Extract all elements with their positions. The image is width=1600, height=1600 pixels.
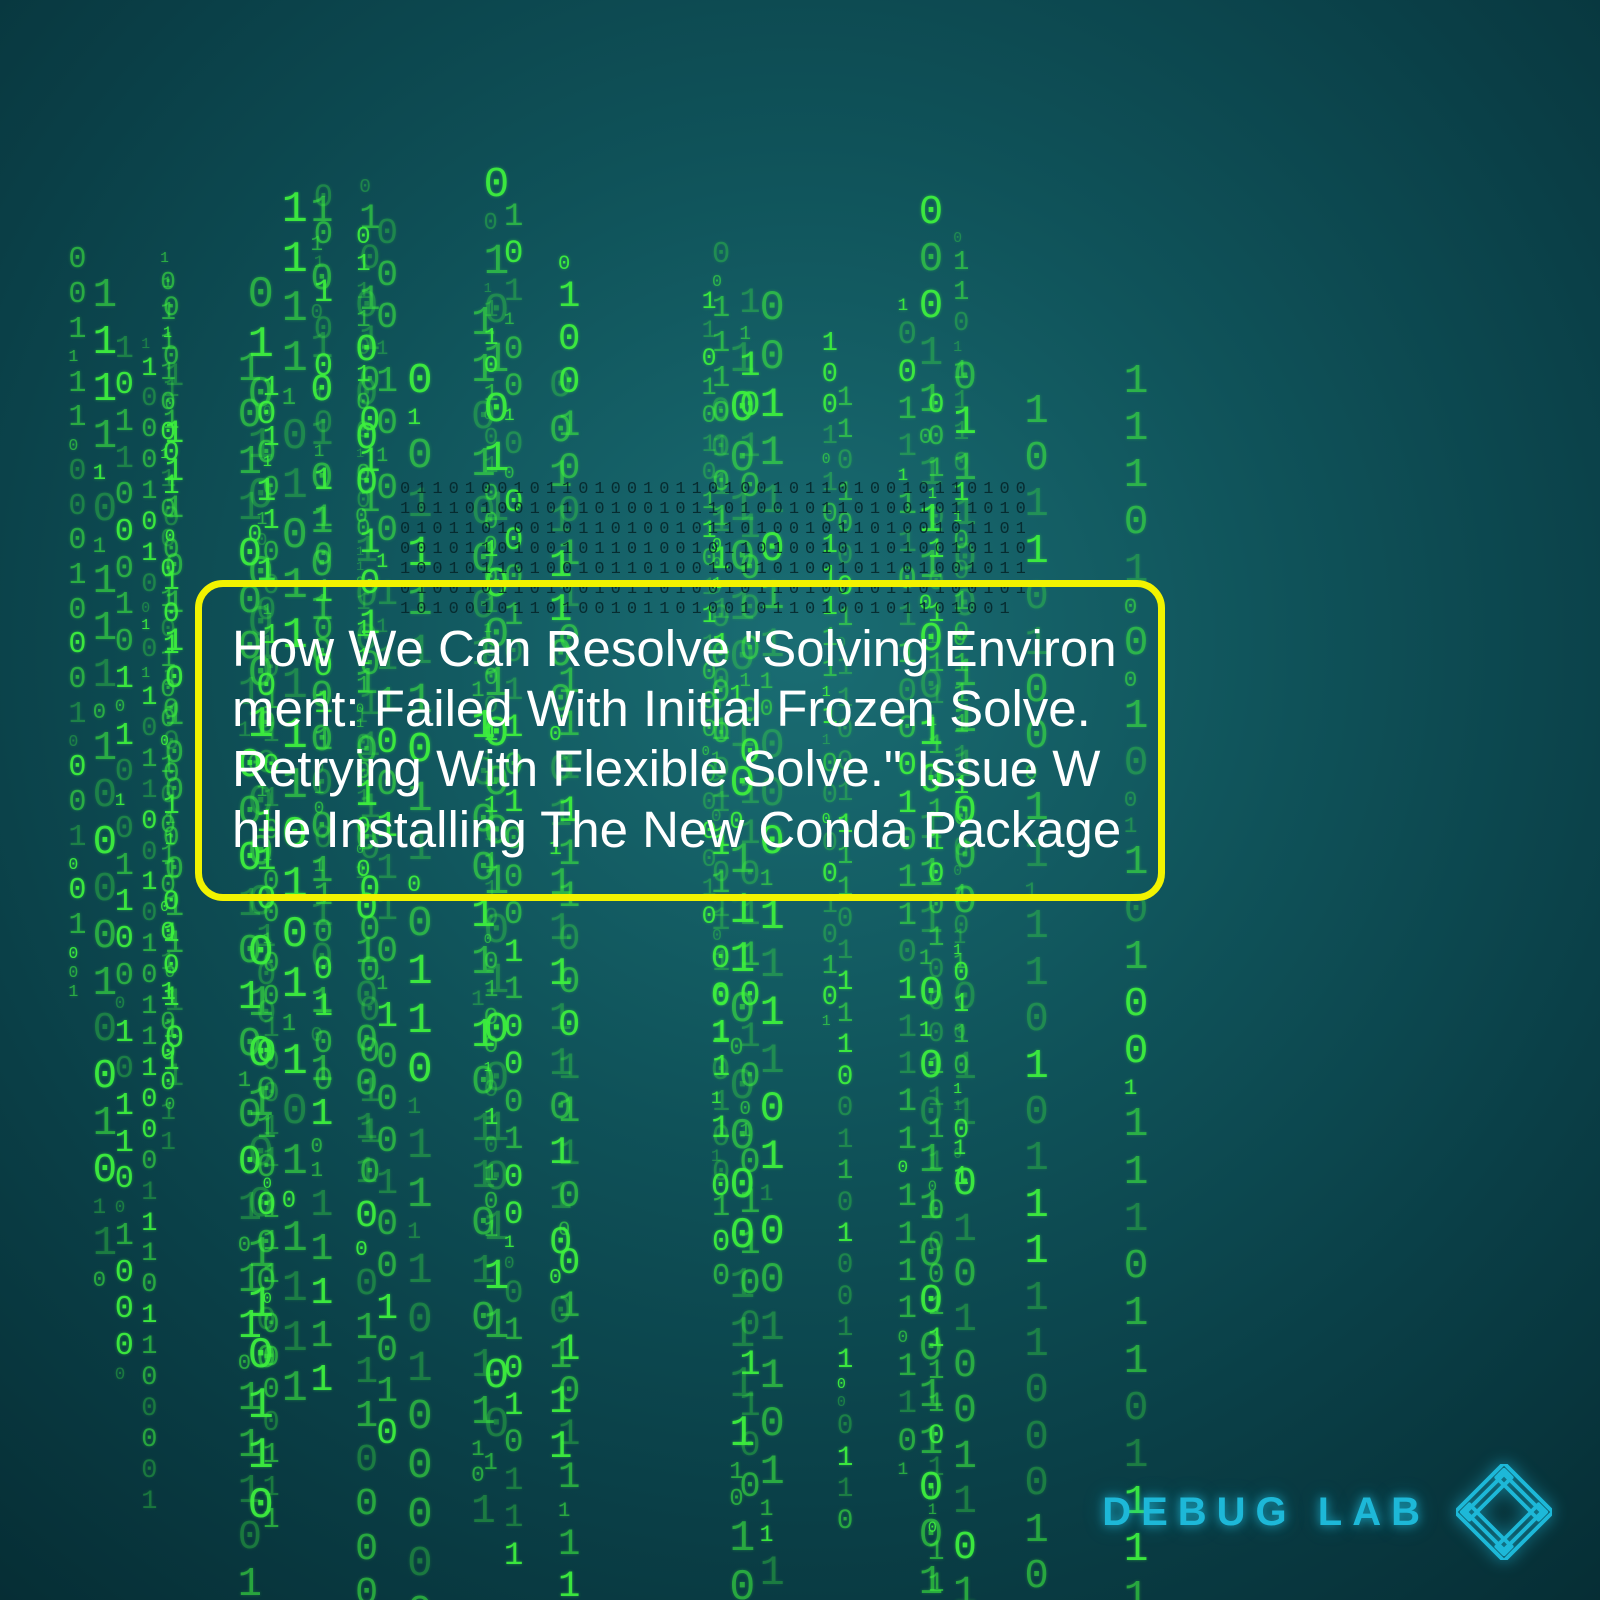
- title-box: How We Can Resolve "Solving Environment:…: [195, 580, 1165, 901]
- brand: DEBUG LAB: [1102, 1464, 1552, 1560]
- brand-name: DEBUG LAB: [1102, 1490, 1430, 1535]
- page-title: How We Can Resolve "Solving Environment:…: [232, 619, 1128, 860]
- geometric-diamond-icon: [1456, 1464, 1552, 1560]
